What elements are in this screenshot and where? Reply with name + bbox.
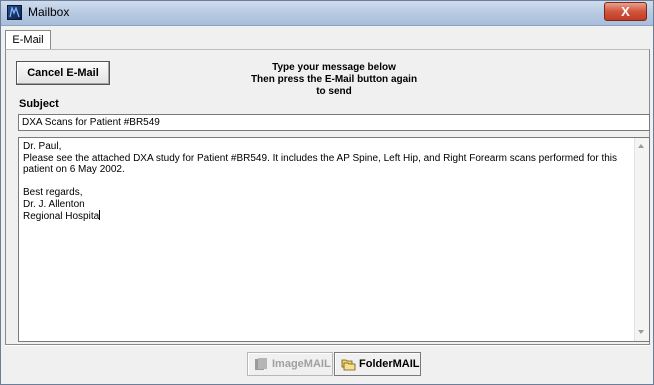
- imagemail-button[interactable]: ImageMAIL: [247, 352, 333, 376]
- title-bar[interactable]: Mailbox X: [1, 1, 653, 26]
- mailbox-app-icon: [7, 5, 22, 20]
- cancel-email-button[interactable]: Cancel E-Mail: [16, 61, 110, 85]
- instructions-line: Type your message below Then press the E…: [250, 62, 418, 97]
- message-body-text: Dr. Paul, Please see the attached DXA st…: [23, 141, 628, 223]
- subject-input[interactable]: DXA Scans for Patient #BR549: [18, 114, 650, 131]
- vertical-scrollbar[interactable]: [634, 138, 649, 341]
- foldermail-button[interactable]: FolderMAIL: [334, 352, 421, 376]
- message-body-textarea[interactable]: Dr. Paul, Please see the attached DXA st…: [18, 137, 650, 342]
- message-body-content: Dr. Paul, Please see the attached DXA st…: [23, 141, 618, 222]
- mailbox-window: Mailbox X E-Mail Cancel E-Mail Type your…: [0, 0, 654, 385]
- close-icon: X: [621, 4, 630, 19]
- foldermail-label: FolderMAIL: [359, 358, 420, 370]
- divider: [5, 345, 650, 346]
- window-title: Mailbox: [28, 5, 70, 19]
- subject-label: Subject: [19, 98, 59, 110]
- image-stack-icon: [254, 357, 268, 371]
- scroll-up-arrow-icon[interactable]: [638, 144, 644, 148]
- instructions-text: Type your message below Then press the E…: [214, 62, 454, 98]
- close-button[interactable]: X: [604, 2, 647, 21]
- imagemail-label: ImageMAIL: [272, 358, 331, 370]
- tab-email[interactable]: E-Mail: [5, 30, 51, 50]
- folders-icon: [341, 357, 356, 371]
- scroll-down-arrow-icon[interactable]: [638, 330, 644, 334]
- text-caret: [99, 210, 101, 220]
